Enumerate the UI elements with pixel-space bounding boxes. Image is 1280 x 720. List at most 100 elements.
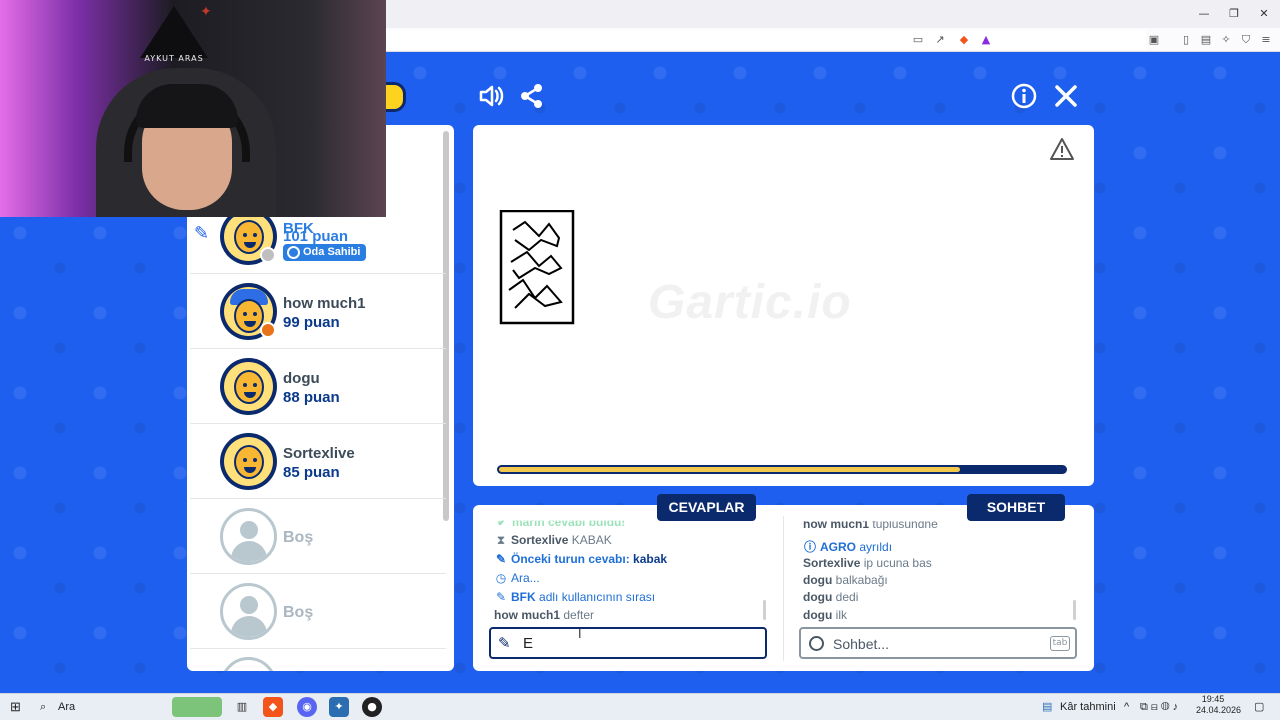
message-text: dedi bbox=[835, 590, 859, 604]
owner-badge: Oda Sahibi bbox=[283, 244, 367, 261]
address-bar[interactable] bbox=[386, 30, 1146, 50]
player-name: Sortexlive bbox=[283, 445, 355, 462]
message-text: ilk bbox=[835, 608, 848, 622]
close-game-icon[interactable] bbox=[1052, 82, 1080, 110]
info-icon: ⓘ bbox=[803, 540, 816, 554]
wallet-icon[interactable]: ▤ bbox=[1198, 32, 1214, 48]
chat-message: dogu balkabağı bbox=[803, 573, 888, 587]
message-text: Önceki turun cevabı: bbox=[511, 552, 630, 566]
sidebar-icon[interactable]: ▯ bbox=[1178, 32, 1194, 48]
tray-chevron-icon[interactable]: ^ bbox=[1124, 699, 1129, 715]
empty-slot-label: Boş bbox=[283, 529, 314, 546]
player-name: how much1 bbox=[283, 295, 366, 312]
chat-message: Sortexlive ip ucuna bas bbox=[803, 556, 932, 570]
windows-start-icon[interactable]: ⊞ bbox=[10, 699, 21, 715]
player-points: 85 puan bbox=[283, 464, 340, 481]
player-row[interactable]: dogu 88 puan bbox=[190, 349, 446, 424]
notification-icon[interactable]: ▢ bbox=[1254, 699, 1264, 715]
message-user: how much1 bbox=[494, 608, 561, 622]
message-user: dogu bbox=[803, 608, 833, 622]
hourglass-icon: ⧗ bbox=[496, 533, 506, 547]
empty-slot bbox=[190, 649, 446, 671]
message-user: Sortexlive bbox=[511, 533, 569, 547]
channel-logo-text: AYKUT ARAS bbox=[144, 54, 204, 63]
decoration-icon: ✦ bbox=[200, 4, 212, 20]
info-icon[interactable] bbox=[1010, 82, 1038, 110]
avatar bbox=[220, 358, 277, 415]
empty-slot-label: Boş bbox=[283, 604, 314, 621]
weather-label[interactable]: Kâr tahmini bbox=[1060, 699, 1116, 715]
menu-icon[interactable]: ≡ bbox=[1258, 32, 1274, 48]
answer-message: ⧗ Sortexlive KABAK bbox=[494, 533, 612, 548]
player-name: dogu bbox=[283, 370, 320, 387]
minimize-icon[interactable]: — bbox=[1196, 6, 1212, 22]
chat-input[interactable]: Sohbet... tab bbox=[799, 627, 1077, 659]
sound-icon[interactable] bbox=[477, 82, 505, 110]
taskbar-clock[interactable]: 19:45 24.04.2026 bbox=[1196, 694, 1242, 716]
report-warning-icon[interactable] bbox=[1049, 137, 1075, 161]
watermark: Gartic.io bbox=[648, 276, 852, 329]
task-view-icon[interactable]: ▥ bbox=[232, 697, 252, 717]
share-icon[interactable] bbox=[518, 82, 546, 110]
brave-browser-icon[interactable]: ◆ bbox=[263, 697, 283, 717]
screen-icon[interactable]: ▭ bbox=[910, 32, 926, 48]
pencil-icon: ✎ bbox=[495, 590, 507, 604]
player-row[interactable]: Sortexlive 85 puan bbox=[190, 424, 446, 499]
tab-chat[interactable]: SOHBET bbox=[967, 494, 1065, 521]
empty-avatar-icon bbox=[220, 508, 277, 565]
message-user: Sortexlive bbox=[803, 556, 861, 570]
message-text: Ara... bbox=[511, 571, 540, 585]
gartic-logo bbox=[384, 82, 406, 112]
restore-icon[interactable]: ❐ bbox=[1226, 6, 1242, 22]
message-answer: kabak bbox=[633, 552, 668, 566]
message-text: adlı kullanıcının sırası bbox=[539, 590, 656, 604]
vpn-icon[interactable]: ⛉ bbox=[1238, 32, 1254, 48]
player-row[interactable]: how much1 99 puan bbox=[190, 274, 446, 349]
weather-icon[interactable]: ▤ bbox=[1042, 699, 1052, 715]
brave-shield-icon[interactable]: ◆ bbox=[956, 32, 972, 48]
answer-message: ◷ Ara... bbox=[494, 571, 540, 585]
round-timer-bar bbox=[497, 465, 1067, 474]
tray-icons[interactable]: ⧉ ⊟ ◍ ♪ bbox=[1140, 699, 1178, 715]
share-page-icon[interactable]: ↗ bbox=[932, 32, 948, 48]
answer-message: ✎ Önceki turun cevabı: kabak bbox=[494, 552, 667, 566]
status-dot bbox=[260, 247, 276, 263]
empty-slot: Boş bbox=[190, 574, 446, 649]
answer-input-value: E bbox=[523, 635, 534, 652]
chat-divider bbox=[783, 516, 784, 661]
player-drawing bbox=[499, 210, 575, 325]
discord-icon[interactable]: ◉ bbox=[297, 697, 317, 717]
close-window-icon[interactable]: ✕ bbox=[1256, 6, 1272, 22]
taskbar-search-label[interactable]: Ara bbox=[58, 699, 75, 715]
message-text: ip ucuna bas bbox=[863, 556, 932, 570]
streamer-hair bbox=[136, 84, 238, 128]
message-text: ayrıldı bbox=[859, 540, 893, 554]
answers-scrollbar[interactable] bbox=[763, 600, 766, 620]
app-icon[interactable]: ✦ bbox=[329, 697, 349, 717]
answer-message: ✎ BFK adlı kullanıcının sırası bbox=[494, 590, 655, 604]
empty-avatar-icon bbox=[220, 583, 277, 640]
search-icon bbox=[809, 636, 824, 651]
chat-message: dogu ilk bbox=[803, 608, 847, 622]
chat-scrollbar[interactable] bbox=[1073, 600, 1076, 620]
clock-icon: ◷ bbox=[495, 571, 507, 585]
clock-date: 24.04.2026 bbox=[1196, 705, 1242, 715]
taskbar-search-icon[interactable]: ⌕ bbox=[40, 699, 46, 715]
owner-badge-label: Oda Sahibi bbox=[303, 246, 361, 258]
brave-rewards-icon[interactable]: ▲ bbox=[978, 32, 994, 48]
pencil-icon: ✎ bbox=[495, 552, 507, 566]
message-user: AGRO bbox=[820, 540, 856, 554]
owner-icon bbox=[287, 246, 300, 259]
player-points: 101 puan bbox=[283, 228, 349, 245]
message-user: BFK bbox=[511, 590, 536, 604]
mouse-cursor-icon: I bbox=[578, 627, 582, 641]
message-text: defter bbox=[563, 608, 595, 622]
tab-list-icon[interactable]: ▣ bbox=[1146, 32, 1162, 48]
tab-hint: tab bbox=[1050, 636, 1070, 651]
answer-input[interactable]: ✎ E bbox=[489, 627, 767, 659]
tab-answers[interactable]: CEVAPLAR bbox=[657, 494, 756, 521]
player-points: 88 puan bbox=[283, 389, 340, 406]
search-highlight-icon[interactable] bbox=[172, 697, 222, 717]
leo-icon[interactable]: ✧ bbox=[1218, 32, 1234, 48]
obs-icon[interactable]: ● bbox=[362, 697, 382, 717]
